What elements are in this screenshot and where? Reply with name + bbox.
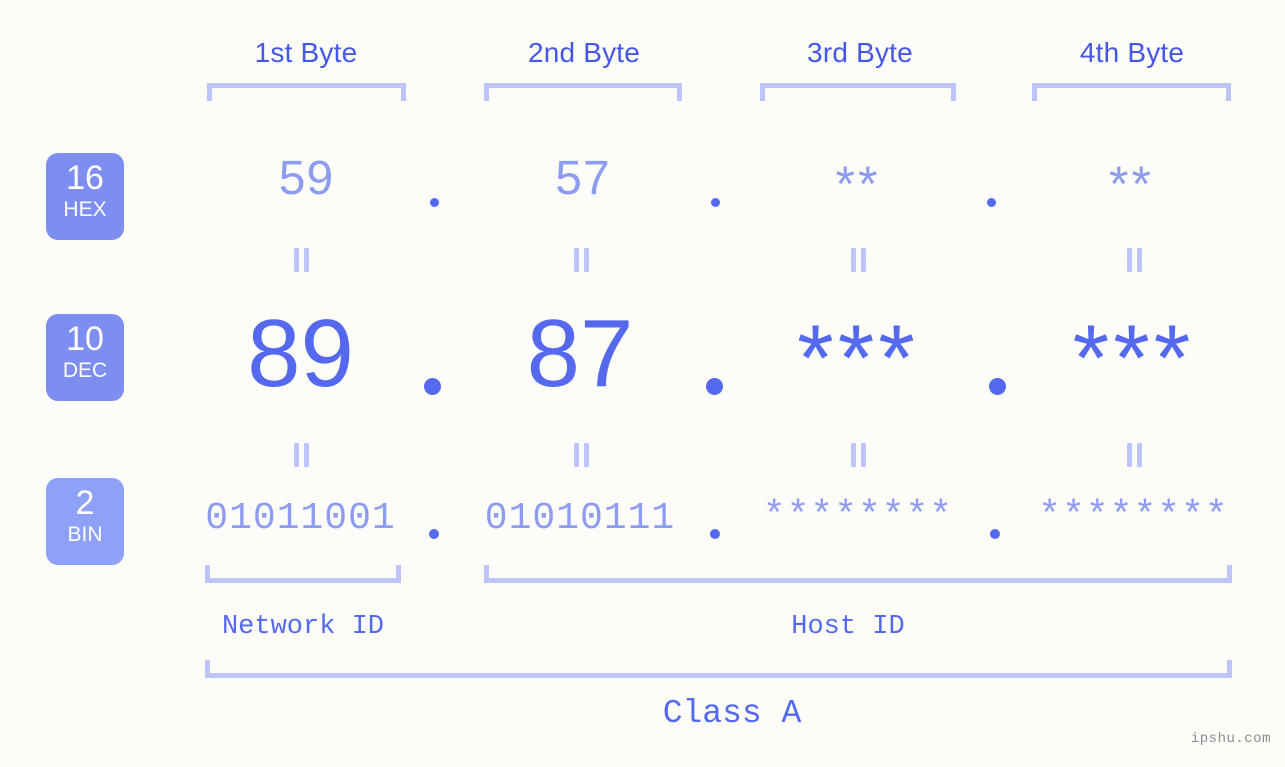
site-watermark: ipshu.com	[1190, 731, 1271, 747]
equals-hex-dec-4	[1126, 248, 1144, 272]
equals-hex-dec-1	[293, 248, 311, 272]
host-id-bracket	[484, 565, 1232, 583]
equals-dec-bin-2	[573, 443, 591, 467]
equals-dec-bin-3	[850, 443, 868, 467]
bin-value-byte-4: ********	[1038, 495, 1229, 538]
equals-hex-dec-2	[573, 248, 591, 272]
bin-separator-dot-2	[710, 529, 720, 539]
byte-header-4: 4th Byte	[1079, 37, 1185, 68]
base-badge-dec-label: DEC	[62, 359, 108, 382]
hex-value-byte-3: **	[835, 156, 881, 212]
byte-bracket-1	[207, 83, 406, 101]
byte-bracket-3	[760, 83, 956, 101]
class-label: Class A	[662, 695, 802, 732]
dec-value-byte-4: ***	[1072, 305, 1195, 410]
byte-bracket-4	[1032, 83, 1231, 101]
hex-value-byte-1: 59	[278, 152, 335, 205]
base-badge-hex: 16 HEX	[46, 153, 124, 240]
dec-separator-dot-3	[989, 378, 1006, 395]
hex-separator-dot-1	[430, 198, 439, 207]
base-badge-bin-number: 2	[75, 484, 95, 522]
byte-header-3: 3rd Byte	[807, 37, 913, 68]
base-badge-bin-label: BIN	[67, 523, 103, 546]
equals-dec-bin-4	[1126, 443, 1144, 467]
network-id-bracket	[205, 565, 401, 583]
host-id-label: Host ID	[791, 612, 905, 642]
dec-value-byte-1: 89	[247, 300, 354, 407]
dec-value-byte-3: ***	[797, 305, 919, 410]
base-badge-bin: 2 BIN	[46, 478, 124, 565]
base-badge-dec: 10 DEC	[46, 314, 124, 401]
bin-separator-dot-3	[990, 529, 1000, 539]
bin-value-byte-1: 01011001	[205, 497, 396, 540]
equals-hex-dec-3	[850, 248, 868, 272]
ip-address-breakdown-diagram: 1st Byte 2nd Byte 3rd Byte 4th Byte 16 H…	[0, 0, 1285, 767]
base-badge-dec-number: 10	[66, 320, 104, 358]
network-id-label: Network ID	[221, 612, 385, 642]
hex-value-byte-4: **	[1109, 156, 1154, 212]
byte-header-1: 1st Byte	[254, 37, 358, 68]
hex-separator-dot-3	[987, 198, 996, 207]
byte-header-2: 2nd Byte	[527, 37, 641, 68]
bin-value-byte-3: ********	[762, 495, 954, 538]
class-bracket	[205, 660, 1232, 678]
hex-value-byte-2: 57	[555, 152, 611, 205]
hex-separator-dot-2	[711, 198, 720, 207]
dec-value-byte-2: 87	[526, 300, 634, 407]
dec-separator-dot-1	[424, 378, 441, 395]
equals-dec-bin-1	[293, 443, 311, 467]
dec-separator-dot-2	[706, 378, 723, 395]
base-badge-hex-number: 16	[66, 159, 104, 197]
base-badge-hex-label: HEX	[63, 198, 107, 221]
byte-bracket-2	[484, 83, 682, 101]
bin-value-byte-2: 01010111	[484, 497, 676, 540]
bin-separator-dot-1	[429, 529, 439, 539]
